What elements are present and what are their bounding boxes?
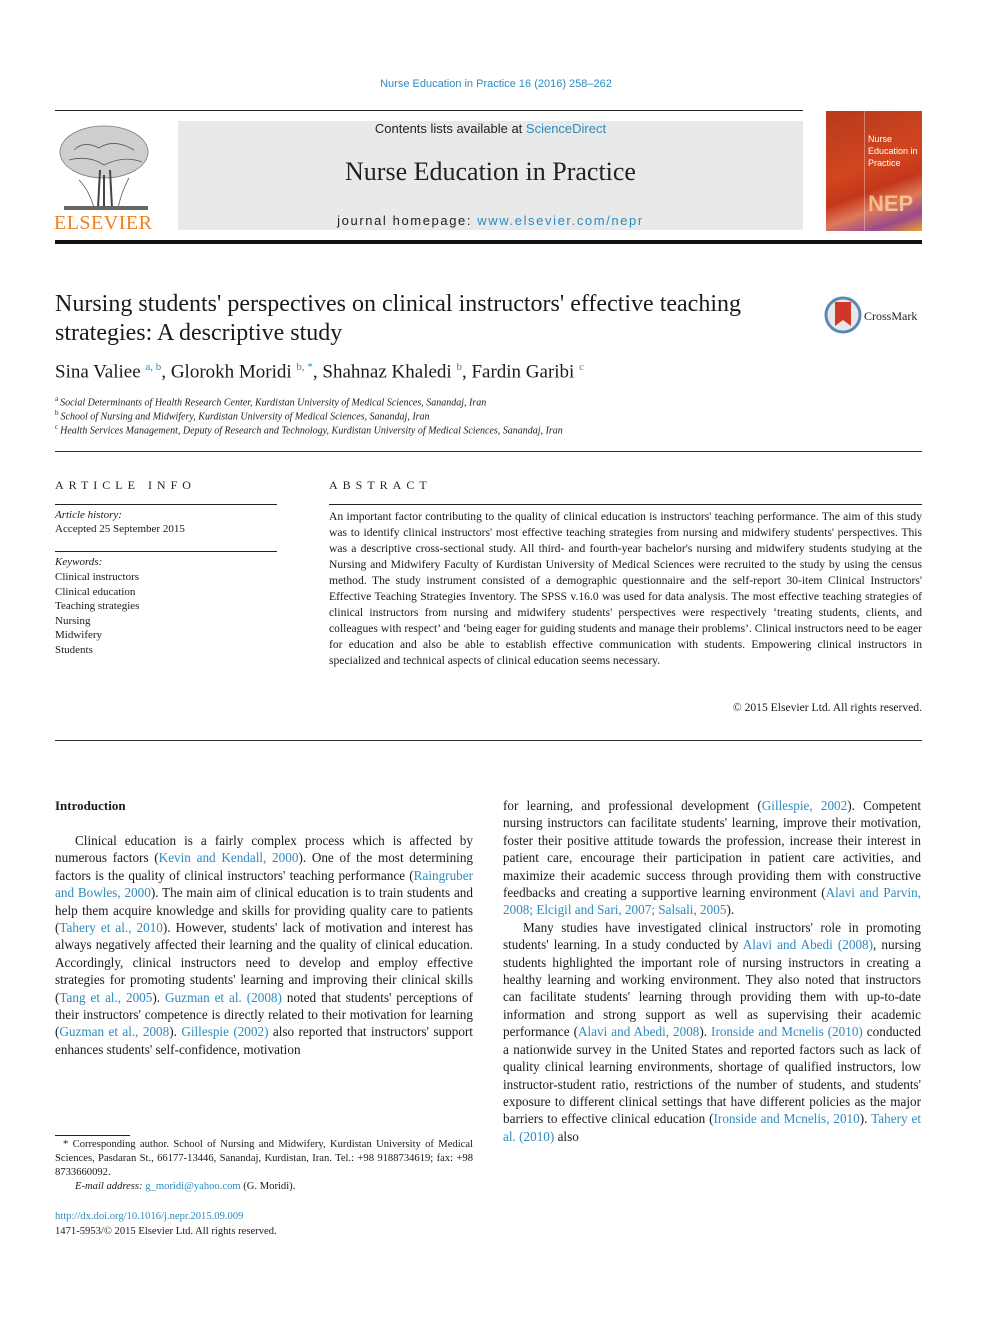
header-thick-rule [55,240,922,244]
affiliation-text: Health Services Management, Deputy of Re… [60,425,563,437]
homepage-line: journal homepage: www.elsevier.com/nepr [178,213,803,228]
journal-cover-image[interactable]: Nurse Education in Practice NEP [826,111,922,231]
abstract-rule [329,504,922,505]
homepage-prefix: journal homepage: [337,213,478,228]
cover-title: Nurse Education in Practice [868,133,922,169]
citation-link[interactable]: Tang et al., 2005 [59,990,152,1005]
keywords-list: Clinical instructors Clinical education … [55,570,139,657]
cover-title-line: Practice [868,158,901,168]
journal-citation[interactable]: Nurse Education in Practice 16 (2016) 25… [0,78,992,90]
elsevier-wordmark[interactable]: ELSEVIER [54,212,152,235]
citation-link[interactable]: Alavi and Abedi, 2008 [578,1024,699,1039]
cover-abbreviation: NEP [868,191,914,216]
article-info-rule [55,504,277,505]
body-column-right: for learning, and professional developme… [503,797,921,1145]
body-text: also [554,1128,579,1144]
email-label: E-mail address: [75,1181,146,1192]
paragraph: Clinical education is a fairly complex p… [55,832,473,1058]
article-title: Nursing students' perspectives on clinic… [55,291,742,346]
author-name[interactable]: Shahnaz Khaledi [322,361,451,382]
citation-link[interactable]: Ironside and Mcnelis (2010) [711,1024,863,1039]
corresponding-author-footnote: * Corresponding author. School of Nursin… [55,1139,473,1179]
author-affiliation-mark[interactable]: c [579,361,584,373]
author-list: Sina Valiee a, b, Glorokh Moridi b, *, S… [55,361,584,383]
article-info-rule [55,551,277,552]
affiliation-mark: b [55,409,59,417]
keywords-label: Keywords: [55,556,103,568]
affiliation-mark: c [55,423,59,431]
paragraph: for learning, and professional developme… [503,797,921,919]
article-history-value: Accepted 25 September 2015 [55,523,185,535]
keyword: Nursing [55,614,91,627]
body-text: for learning, and professional developme… [503,798,762,813]
body-text: ). [726,902,735,918]
abstract-heading: ABSTRACT [329,478,432,492]
keyword: Clinical education [55,585,136,598]
author-affiliation-mark[interactable]: a, b [145,361,161,373]
footnote-rule [55,1135,130,1136]
section-rule [55,740,922,741]
author-name[interactable]: Sina Valiee [55,361,141,382]
cover-title-line: Nurse [868,134,893,144]
body-text: ). [169,1024,182,1040]
sciencedirect-link[interactable]: ScienceDirect [526,121,606,136]
cover-title-line: Education in [868,146,918,156]
journal-title: Nurse Education in Practice [345,157,636,186]
body-text: ). [859,1111,872,1127]
cover-divider [864,111,865,231]
abstract-text: An important factor contributing to the … [329,510,922,667]
author-affiliation-mark[interactable]: b, * [296,361,313,373]
author-name[interactable]: Glorokh Moridi [171,361,292,382]
keyword: Midwifery [55,629,103,641]
body-text: ). [152,989,165,1005]
affiliation: c Health Services Management, Deputy of R… [55,423,563,436]
article-history-label: Article history: [55,509,122,521]
author-affiliation-mark[interactable]: b [456,361,462,373]
abstract-copyright: © 2015 Elsevier Ltd. All rights reserved… [732,701,922,714]
citation-link[interactable]: Gillespie (2002) [181,1024,268,1039]
doi-link[interactable]: http://dx.doi.org/10.1016/j.nepr.2015.09… [55,1211,243,1222]
citation-link[interactable]: Guzman et al. (2008) [165,990,282,1005]
header-rule [55,110,803,111]
section-rule [55,451,922,452]
paragraph: Many studies have investigated clinical … [503,919,921,1145]
affiliation: b School of Nursing and Midwifery, Kurdis… [55,409,430,422]
homepage-link[interactable]: www.elsevier.com/nepr [477,213,644,228]
body-column-left: Clinical education is a fairly complex p… [55,832,473,1058]
citation-link[interactable]: Tahery et al., 2010 [59,920,163,935]
article-info-heading: ARTICLE INFO [55,478,196,492]
citation-link[interactable]: Alavi and Abedi (2008) [743,937,873,952]
keyword: Teaching strategies [55,600,140,612]
author-name[interactable]: Fardin Garibi [471,361,574,382]
affiliation-text: Social Determinants of Health Research C… [60,397,487,409]
contents-prefix: Contents lists available at [374,121,526,136]
affiliation-text: School of Nursing and Midwifery, Kurdist… [60,411,430,423]
affiliation: a Social Determinants of Health Research … [55,395,486,408]
issn-copyright: 1471-5953/© 2015 Elsevier Ltd. All right… [55,1226,277,1237]
crossmark-label[interactable]: CrossMark [864,309,917,324]
body-text: ). [699,1024,712,1040]
email-suffix: (G. Moridi). [240,1181,296,1192]
affiliation-mark: a [55,395,59,403]
citation-link[interactable]: Ironside and Mcnelis, 2010 [714,1111,860,1126]
citation-link[interactable]: Guzman et al., 2008 [59,1024,169,1039]
keyword: Clinical instructors [55,571,140,583]
citation-link[interactable]: Kevin and Kendall, 2000 [159,850,299,865]
introduction-heading: Introduction [55,798,126,813]
citation-link[interactable]: Gillespie, 2002 [762,798,847,813]
email-link[interactable]: g_moridi@yahoo.com [145,1181,240,1192]
email-footnote: E-mail address: g_moridi@yahoo.com (G. M… [75,1181,295,1192]
contents-line: Contents lists available at ScienceDirec… [178,121,803,136]
keyword: Students [55,643,93,656]
